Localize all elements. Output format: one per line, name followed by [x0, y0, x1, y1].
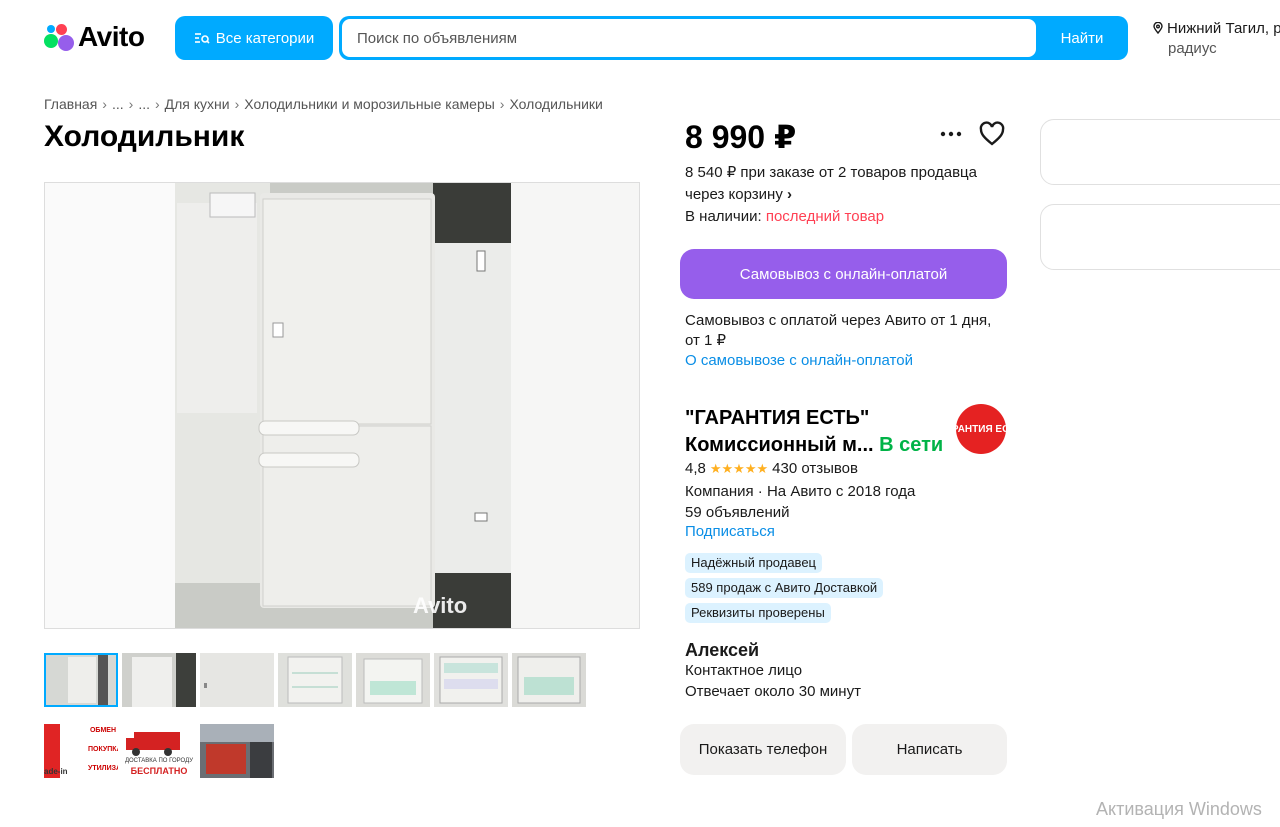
price-alt-link[interactable]: 8 540 ₽ при заказе от 2 товаров продавца…	[685, 162, 995, 206]
promo-free-line: БЕСПЛАТНО	[130, 766, 188, 776]
thumbnail-1[interactable]	[44, 653, 118, 707]
seller-company-since: Компания · На Авито с 2018 года	[685, 483, 916, 500]
location-radius: радиус	[1168, 40, 1217, 57]
seller-avatar-text: ГАРАНТИЯ ЕСТЬ	[956, 423, 1006, 435]
breadcrumb-ellipsis-1[interactable]: ...	[112, 96, 124, 112]
write-message-button[interactable]: Написать	[852, 724, 1007, 775]
badge-delivery-sales: 589 продаж с Авито Доставкой	[685, 578, 884, 598]
chevron-right-icon: ›	[102, 96, 107, 112]
chevron-right-icon: ›	[787, 186, 793, 203]
avito-logo[interactable]: Avito	[44, 21, 145, 52]
photo-watermark: Avito	[413, 593, 467, 618]
thumbnail-7[interactable]	[512, 653, 586, 707]
all-categories-label: Все категории	[215, 29, 315, 47]
thumbnail-image	[512, 653, 586, 707]
seller-name-link[interactable]: "ГАРАНТИЯ ЕСТЬ" Комиссионный м... В сети	[685, 405, 955, 459]
thumbnail-6[interactable]	[434, 653, 508, 707]
logo-text: Avito	[78, 21, 145, 52]
breadcrumb-kitchen[interactable]: Для кухни	[165, 96, 230, 112]
thumbnail-3[interactable]	[200, 653, 274, 707]
all-categories-button[interactable]: Все категории	[175, 16, 333, 60]
chevron-right-icon: ›	[234, 96, 240, 112]
reviews-count: 430 отзывов	[772, 460, 858, 477]
promo-line-purchase: ПОКУПКА	[88, 746, 118, 753]
chevron-right-icon: ›	[499, 96, 505, 112]
seller-rating[interactable]: 4,8 ★★★★★ 430 отзывов	[685, 460, 858, 477]
breadcrumb-home[interactable]: Главная	[44, 96, 97, 112]
thumbnail-2[interactable]	[122, 653, 196, 707]
seller-meta: Компания · На Авито с 2018 года 59 объяв…	[685, 481, 915, 523]
badge-verified-details: Реквизиты проверены	[685, 603, 831, 623]
seller-name: "ГАРАНТИЯ ЕСТЬ" Комиссионный м...	[685, 407, 874, 456]
breadcrumb-fridges[interactable]: Холодильники	[509, 96, 602, 112]
chevron-right-icon: ›	[128, 96, 134, 112]
rating-value: 4,8	[685, 460, 706, 477]
thumbnail-image	[122, 653, 196, 707]
seller-avatar[interactable]: ГАРАНТИЯ ЕСТЬ	[956, 404, 1006, 454]
side-card-2	[1040, 204, 1280, 270]
thumbnail-promo-trade-in[interactable]: ОБМЕН ПОКУПКА УТИЛИЗАЦ ade-in	[44, 724, 118, 778]
contact-response-time: Отвечает около 30 минут	[685, 683, 861, 700]
pickup-description: Самовывоз с оплатой через Авито от 1 дня…	[685, 312, 992, 349]
contact-name: Алексей	[685, 640, 760, 660]
star-icon: ★★★★★	[709, 460, 769, 476]
location-city: Нижний Тагил, р	[1167, 20, 1280, 37]
thumbnail-image	[356, 653, 430, 707]
location-pin-icon	[1153, 22, 1163, 34]
thumbnail-4[interactable]	[278, 653, 352, 707]
thumbnail-5[interactable]	[356, 653, 430, 707]
show-phone-button[interactable]: Показать телефон	[680, 724, 846, 775]
contact-role: Контактное лицо	[685, 662, 803, 679]
location-selector[interactable]: Нижний Тагил, р радиус	[1152, 19, 1280, 59]
chevron-right-icon: ›	[154, 96, 160, 112]
logo-dots-icon	[44, 22, 74, 52]
heart-icon[interactable]	[978, 120, 1006, 148]
promo-delivery-line: ДОСТАВКА ПО ГОРОДУ	[124, 758, 194, 764]
thumbnail-image	[200, 724, 274, 778]
stock-value: последний товар	[765, 208, 885, 225]
thumbnail-image	[46, 655, 116, 705]
stock-status: В наличии: последний товар	[685, 208, 884, 225]
thumbnail-store-front[interactable]	[200, 724, 274, 778]
promo-line-exchange: ОБМЕН	[89, 727, 117, 734]
badge-reliable-seller: Надёжный продавец	[685, 553, 822, 573]
breadcrumb-fridges-freezers[interactable]: Холодильники и морозильные камеры	[244, 96, 495, 112]
price-alt-text: 8 540 ₽ при заказе от 2 товаров продавца…	[685, 164, 977, 203]
thumbnail-promo-delivery[interactable]: ДОСТАВКА ПО ГОРОДУ БЕСПЛАТНО	[122, 724, 196, 778]
thumbnail-image	[200, 653, 274, 707]
breadcrumb: Главная › ... › ... › Для кухни › Холодильни…	[44, 96, 603, 112]
thumbnail-image	[434, 653, 508, 707]
price: 8 990 ₽	[685, 119, 797, 155]
windows-activation-watermark: Активация Windows	[1096, 799, 1262, 819]
seller-badges: Надёжный продавец 589 продаж с Авито Дос…	[685, 553, 884, 623]
main-photo[interactable]: Avito	[44, 182, 640, 629]
delivery-truck-icon	[126, 732, 180, 756]
listing-title: Холодильник	[44, 120, 245, 153]
search-button[interactable]: Найти	[1036, 16, 1128, 60]
breadcrumb-ellipsis-2[interactable]: ...	[138, 96, 150, 112]
fridge-photo-image: Avito	[45, 183, 639, 628]
stock-label: В наличии:	[685, 208, 762, 225]
side-card-1	[1040, 119, 1280, 185]
promo-text-block: ОБМЕН ПОКУПКА УТИЛИЗАЦ	[88, 726, 118, 773]
subscribe-link[interactable]: Подписаться	[685, 523, 775, 540]
promo-line-recycle: УТИЛИЗАЦ	[88, 765, 118, 772]
pickup-online-payment-button[interactable]: Самовывоз с онлайн-оплатой	[680, 249, 1007, 299]
seller-listings-count: 59 объявлений	[685, 504, 790, 521]
pickup-info-link[interactable]: О самовывозе с онлайн-оплатой	[685, 352, 913, 369]
search-input[interactable]	[342, 19, 1036, 57]
online-status: В сети	[879, 434, 944, 456]
thumbnail-image	[278, 653, 352, 707]
search-icon	[194, 33, 210, 44]
promo-trade-in-label: ade-in	[44, 767, 68, 776]
thumbnail-strip: ОБМЕН ПОКУПКА УТИЛИЗАЦ ade-in ДОСТАВКА П…	[44, 653, 586, 778]
search-bar: Найти	[339, 16, 1128, 60]
more-icon[interactable]	[938, 122, 964, 146]
